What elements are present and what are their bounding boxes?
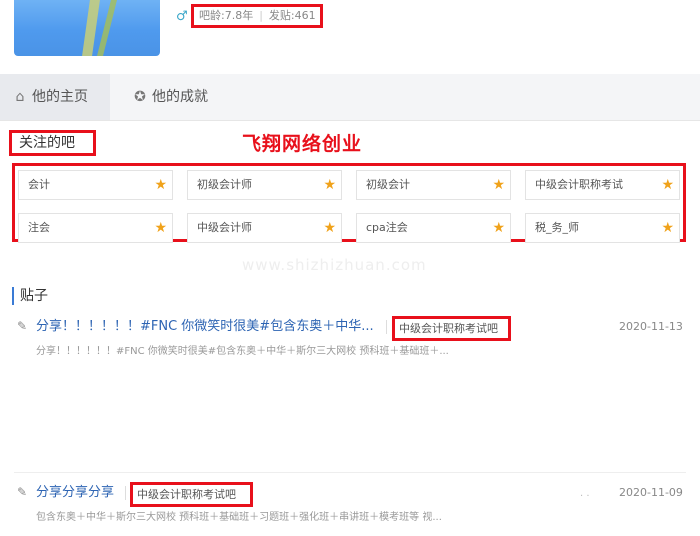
star-icon: ★	[154, 177, 167, 193]
bar-item[interactable]: cpa注会 ★	[356, 213, 511, 243]
post-divider	[14, 472, 686, 473]
star-icon: ★	[154, 220, 167, 236]
post-excerpt: 包含东奥＋中华＋斯尔三大网校 预科班＋基础班＋习题班＋强化班＋串讲班＋模考班等 …	[36, 512, 442, 523]
profile-header: ♂ 吧龄:7.8年 | 发贴:461	[0, 0, 700, 74]
edit-icon: ✎	[17, 319, 28, 333]
bar-item[interactable]: 中级会计师 ★	[187, 213, 342, 243]
bar-name: 会计	[28, 178, 50, 191]
bar-item[interactable]: 注会 ★	[18, 213, 173, 243]
bar-name: 中级会计师	[197, 221, 252, 234]
bar-name: 税_务_师	[535, 221, 579, 234]
post-title-link[interactable]: 分享分享分享	[36, 484, 114, 502]
bar-age: 吧龄:7.8年	[199, 9, 254, 22]
star-icon: ★	[323, 177, 336, 193]
bar-name: 中级会计职称考试	[535, 178, 623, 191]
profile-stats: 吧龄:7.8年 | 发贴:461	[191, 4, 323, 28]
followed-bars-grid: 会计 ★ 初级会计师 ★ 初级会计 ★ 中级会计职称考试 ★ 注会 ★ 中级会计师 ★ cp…	[12, 163, 686, 243]
star-icon: ★	[661, 177, 674, 193]
star-icon: ★	[492, 220, 505, 236]
star-icon: ★	[661, 220, 674, 236]
bar-item[interactable]: 初级会计 ★	[356, 170, 511, 200]
home-icon: ⌂	[15, 89, 25, 105]
star-icon: ★	[492, 177, 505, 193]
site-watermark: www.shizhizhuan.com	[242, 256, 427, 274]
posts-section-title: 贴子	[12, 287, 48, 305]
male-icon: ♂	[176, 9, 188, 24]
tab-home-label: 他的主页	[32, 89, 88, 105]
medal-icon: ✪	[134, 89, 146, 105]
bar-item[interactable]: 初级会计师 ★	[187, 170, 342, 200]
bar-name: cpa注会	[366, 221, 408, 234]
avatar[interactable]	[14, 0, 160, 56]
more-dots: . .	[580, 488, 590, 499]
bar-item[interactable]: 会计 ★	[18, 170, 173, 200]
tab-achievements-label: 他的成就	[152, 89, 208, 105]
post-title-link[interactable]: 分享！！！！！！#FNC 你微笑时很美#包含东奥＋中华...	[36, 318, 374, 336]
bar-name: 初级会计师	[197, 178, 252, 191]
post-count: 发贴:461	[268, 9, 316, 22]
separator	[386, 320, 387, 334]
post-bar-tag[interactable]: 中级会计职称考试吧	[130, 482, 253, 507]
post-date: 2020-11-13	[619, 320, 683, 333]
tab-home[interactable]: ⌂ 他的主页	[0, 74, 110, 120]
edit-icon: ✎	[17, 485, 28, 499]
post-date: 2020-11-09	[619, 486, 683, 499]
bar-item[interactable]: 中级会计职称考试 ★	[525, 170, 680, 200]
bar-item[interactable]: 税_务_师 ★	[525, 213, 680, 243]
stats-separator: |	[259, 9, 263, 22]
overlay-title: 飞翔网络创业	[242, 133, 363, 155]
bar-name: 初级会计	[366, 178, 410, 191]
profile-tabs: ⌂ 他的主页 ✪ 他的成就	[0, 74, 700, 121]
separator	[125, 486, 126, 500]
bar-name: 注会	[28, 221, 50, 234]
followed-bars-title: 关注的吧	[9, 130, 96, 156]
tab-achievements[interactable]: ✪ 他的成就	[132, 74, 208, 120]
post-bar-tag[interactable]: 中级会计职称考试吧	[392, 316, 511, 341]
star-icon: ★	[323, 220, 336, 236]
post-excerpt: 分享！！！！！！#FNC 你微笑时很美#包含东奥＋中华＋斯尔三大网校 预科班＋基…	[36, 346, 449, 357]
